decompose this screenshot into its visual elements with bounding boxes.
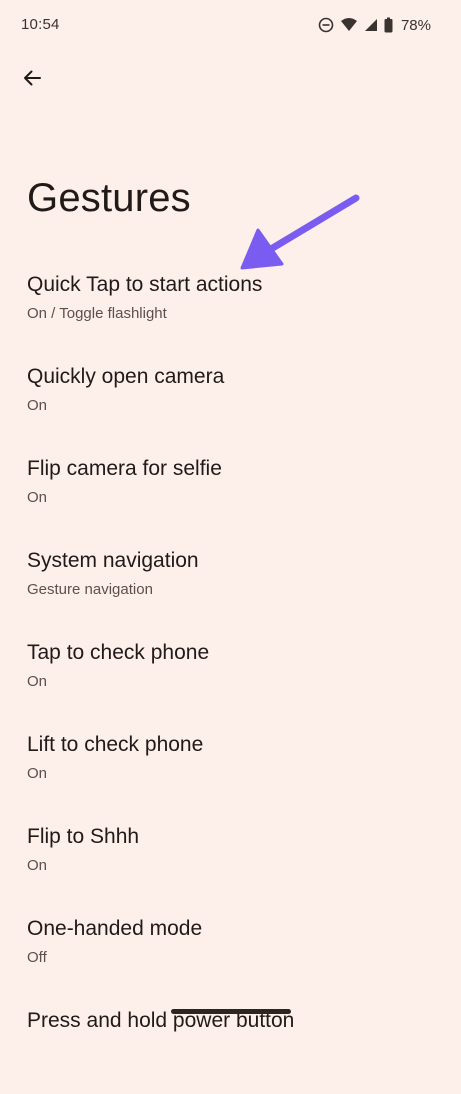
setting-title: Flip camera for selfie — [27, 457, 222, 480]
battery-percentage: 78% — [400, 16, 431, 34]
setting-summary: On — [27, 397, 48, 414]
setting-title: Lift to check phone — [27, 733, 204, 756]
setting-summary: On — [27, 489, 48, 506]
wifi-icon — [340, 17, 358, 33]
do-not-disturb-icon — [318, 17, 334, 33]
setting-flip-to-shhh[interactable]: Flip to Shhh On — [0, 818, 461, 910]
setting-system-navigation[interactable]: System navigation Gesture navigation — [0, 542, 461, 634]
setting-flip-camera-selfie[interactable]: Flip camera for selfie On — [0, 450, 461, 542]
setting-title: Quick Tap to start actions — [27, 273, 263, 296]
back-button[interactable] — [14, 62, 50, 98]
arrow-left-icon — [22, 68, 42, 93]
setting-title: Press and hold power button — [27, 1009, 295, 1032]
setting-title: System navigation — [27, 549, 199, 572]
setting-title: Quickly open camera — [27, 365, 225, 388]
page-title: Gestures — [27, 176, 191, 220]
setting-title: One-handed mode — [27, 917, 203, 940]
setting-lift-to-check-phone[interactable]: Lift to check phone On — [0, 726, 461, 818]
setting-press-hold-power-button[interactable]: Press and hold power button — [0, 1002, 461, 1094]
setting-one-handed-mode[interactable]: One-handed mode Off — [0, 910, 461, 1002]
setting-quickly-open-camera[interactable]: Quickly open camera On — [0, 358, 461, 450]
setting-summary: Off — [27, 949, 47, 966]
battery-icon — [384, 17, 393, 33]
annotation-arrow-icon — [240, 194, 360, 270]
status-time: 10:54 — [21, 16, 60, 33]
setting-quick-tap[interactable]: Quick Tap to start actions On / Toggle f… — [0, 266, 461, 358]
status-bar: 10:54 78% — [0, 0, 461, 50]
setting-title: Tap to check phone — [27, 641, 210, 664]
settings-list: Quick Tap to start actions On / Toggle f… — [0, 266, 461, 1094]
cellular-signal-icon — [364, 17, 378, 33]
setting-title: Flip to Shhh — [27, 825, 140, 848]
setting-summary: On — [27, 765, 48, 782]
gesture-navigation-handle[interactable] — [171, 1009, 291, 1014]
setting-summary: Gesture navigation — [27, 581, 153, 598]
setting-summary: On / Toggle flashlight — [27, 305, 167, 322]
setting-tap-to-check-phone[interactable]: Tap to check phone On — [0, 634, 461, 726]
setting-summary: On — [27, 673, 48, 690]
status-icons: 78% — [318, 14, 431, 36]
setting-summary: On — [27, 857, 48, 874]
